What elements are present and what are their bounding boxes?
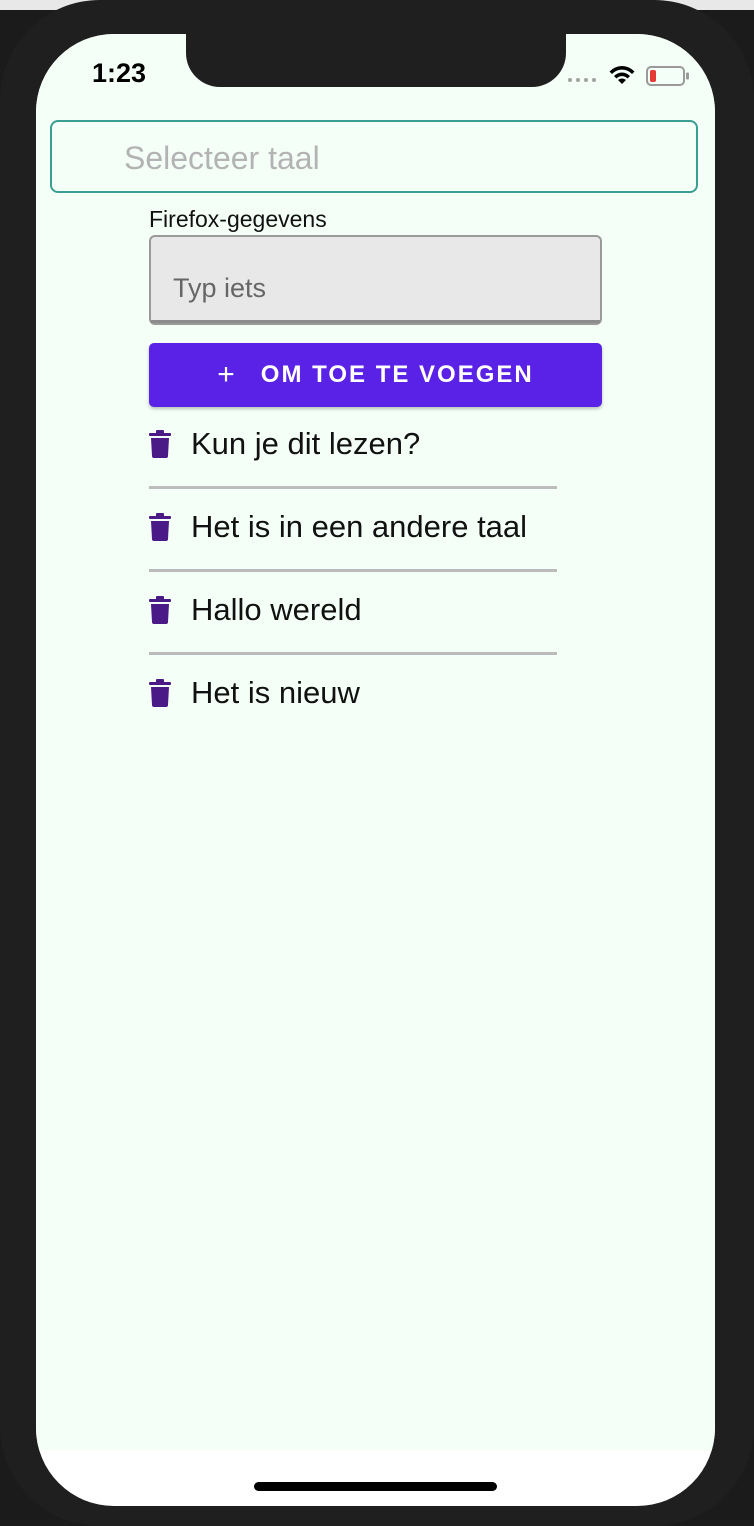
todo-text: Het is in een andere taal [191, 509, 528, 544]
trash-icon[interactable] [149, 430, 171, 458]
input-underline [151, 320, 600, 323]
battery-low-icon [646, 66, 689, 86]
phone-frame: 1:23 Selecteer taal Firefox-gegevens Typ… [0, 0, 754, 1526]
trash-icon[interactable] [149, 679, 171, 707]
cellular-signal-icon [568, 78, 596, 82]
todo-text: Het is nieuw [191, 675, 360, 710]
todo-text: Hallo wereld [191, 592, 362, 627]
notch [186, 34, 566, 87]
todo-text-input[interactable]: Typ iets [149, 235, 602, 325]
list-item: Hallo wereld [149, 572, 569, 655]
home-indicator[interactable] [254, 1482, 497, 1491]
todo-input-placeholder: Typ iets [173, 273, 267, 303]
list-item: Het is nieuw [149, 655, 569, 738]
input-label: Firefox-gegevens [149, 206, 327, 232]
language-select[interactable]: Selecteer taal [50, 120, 698, 193]
wifi-icon [609, 66, 635, 84]
trash-icon[interactable] [149, 596, 171, 624]
list-item: Kun je dit lezen? [149, 406, 569, 489]
plus-icon: + [217, 358, 237, 391]
trash-icon[interactable] [149, 513, 171, 541]
todo-list: Kun je dit lezen? Het is in een andere t… [149, 406, 569, 738]
status-time: 1:23 [92, 58, 147, 88]
add-button-label: OM TOE TE VOEGEN [260, 361, 534, 388]
list-item: Het is in een andere taal [149, 489, 569, 572]
todo-text: Kun je dit lezen? [191, 426, 421, 461]
phone-screen: 1:23 Selecteer taal Firefox-gegevens Typ… [36, 34, 715, 1506]
add-button[interactable]: + OM TOE TE VOEGEN [149, 343, 602, 407]
language-select-placeholder: Selecteer taal [124, 140, 320, 176]
